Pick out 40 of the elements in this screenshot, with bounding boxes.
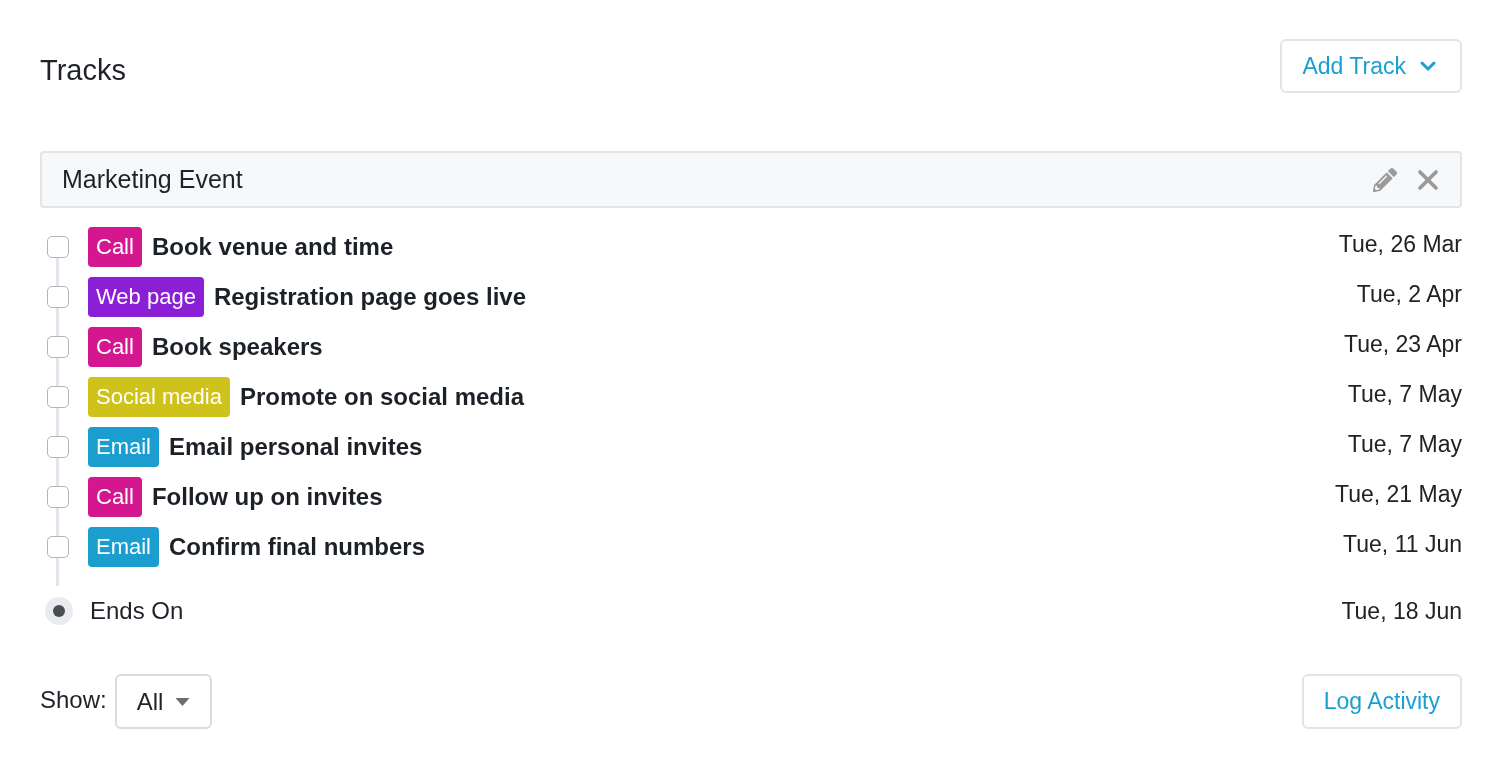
checkbox[interactable] (47, 436, 69, 458)
task-title: Registration page goes live (213, 282, 526, 312)
checkbox[interactable] (47, 486, 69, 508)
caret-down-icon (175, 697, 191, 706)
task-date: Tue, 2 Apr (1356, 279, 1462, 309)
track-name: Marketing Event (62, 163, 243, 195)
show-label: Show: (40, 684, 107, 715)
checkbox[interactable] (47, 536, 69, 558)
task-title: Confirm final numbers (169, 532, 426, 562)
task-date: Tue, 26 Mar (1338, 229, 1462, 259)
tag-label: Email (88, 427, 159, 467)
task-title: Email personal invites (169, 432, 423, 462)
tag-label: Call (88, 477, 142, 517)
task-date: Tue, 11 Jun (1343, 529, 1462, 559)
tag-label: Social media (88, 377, 230, 417)
task-date: Tue, 23 Apr (1343, 329, 1462, 359)
edit-button[interactable] (1372, 166, 1398, 193)
section-title: Tracks (40, 55, 126, 85)
add-track-button[interactable]: Add Track (1280, 39, 1462, 93)
task-date: Tue, 7 May (1347, 379, 1462, 409)
filter-select[interactable]: All (114, 674, 213, 729)
tag-label: Call (88, 227, 142, 267)
checkbox[interactable] (47, 286, 69, 308)
end-label: Ends On (90, 596, 184, 626)
checkbox[interactable] (47, 336, 69, 358)
end-dot-icon (45, 597, 73, 625)
checkbox[interactable] (47, 236, 69, 258)
task-date: Tue, 21 May (1335, 479, 1462, 509)
pencil-icon (1373, 167, 1397, 192)
checkbox[interactable] (47, 386, 69, 408)
task-title: Follow up on invites (151, 482, 383, 512)
tag-label: Email (88, 527, 159, 567)
log-activity-button[interactable]: Log Activity (1301, 674, 1462, 729)
task-date: Tue, 7 May (1347, 429, 1462, 459)
tag-label: Web page (88, 277, 204, 317)
task-title: Book venue and time (151, 232, 394, 262)
task-title: Promote on social media (239, 382, 525, 412)
tag-label: Call (88, 327, 142, 367)
end-date: Tue, 18 Jun (1341, 596, 1462, 626)
task-title: Book speakers (151, 332, 323, 362)
